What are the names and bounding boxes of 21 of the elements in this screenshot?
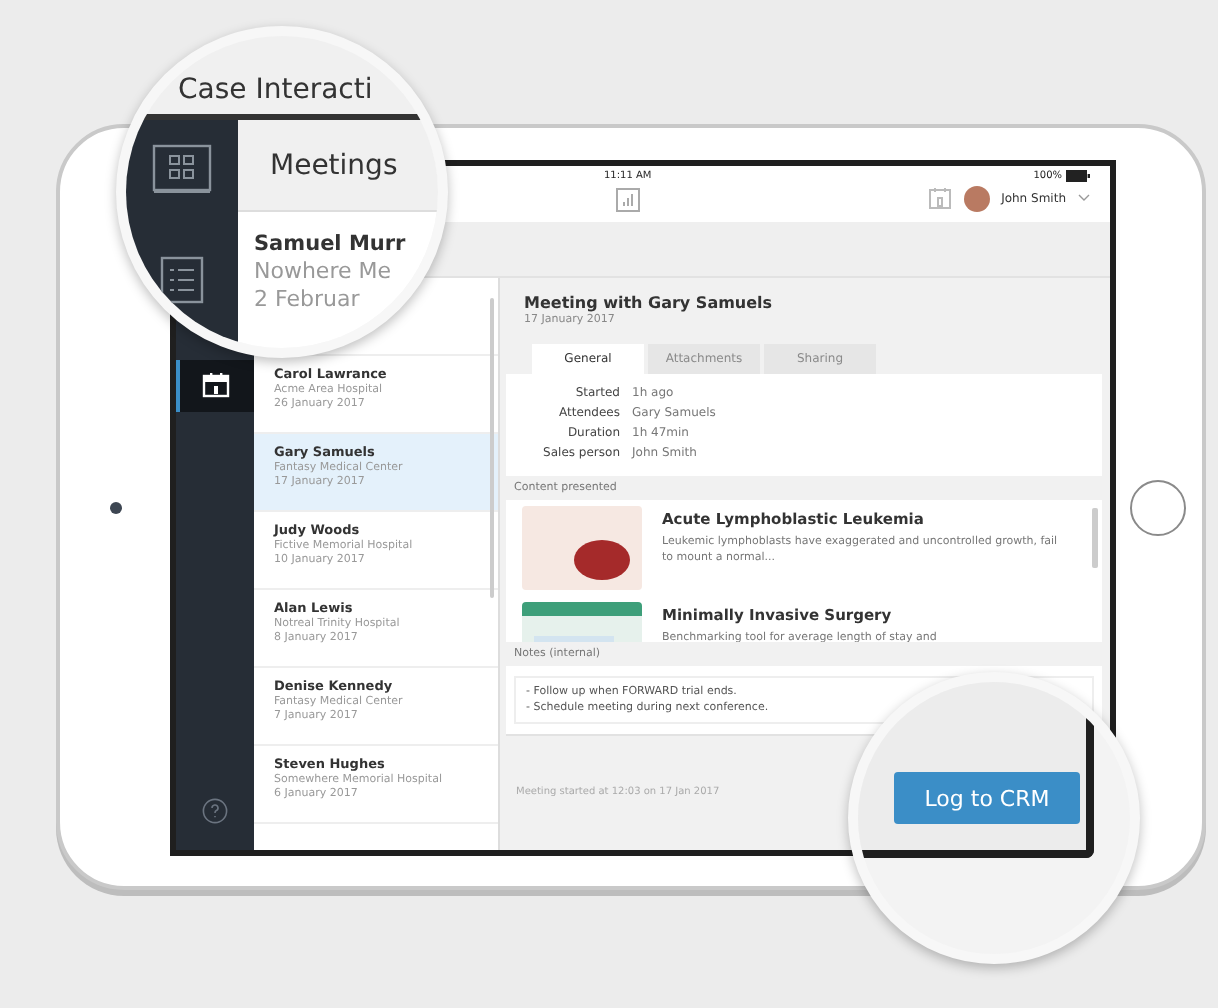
- section-title: Meetings: [270, 149, 398, 181]
- help-icon: [202, 798, 228, 824]
- slide-thumbnail[interactable]: [522, 505, 642, 589]
- avatar[interactable]: [963, 185, 990, 211]
- meeting-organization: Nowhere Me: [254, 258, 393, 284]
- log-to-crm-button[interactable]: Log to CRM: [894, 772, 1080, 824]
- sidebar-item[interactable]: [176, 359, 254, 411]
- chevron-down-icon[interactable]: [1078, 194, 1090, 202]
- battery-icon: [1066, 169, 1090, 181]
- chart-icon[interactable]: [615, 187, 640, 211]
- calendar-icon: [201, 372, 229, 398]
- meeting-date: 2 Februar: [254, 286, 362, 312]
- calendar-icon[interactable]: [927, 186, 952, 210]
- scrollbar: [1092, 507, 1098, 567]
- app-title: Case Interacti: [178, 74, 373, 106]
- home-button[interactable]: [1130, 479, 1186, 535]
- list-icon[interactable]: [160, 256, 204, 304]
- camera-dot: [110, 501, 122, 513]
- grid-icon[interactable]: [152, 144, 212, 196]
- meeting-title: Meeting with Gary Samuels: [524, 293, 775, 311]
- meeting-name: Samuel Murr: [254, 232, 408, 256]
